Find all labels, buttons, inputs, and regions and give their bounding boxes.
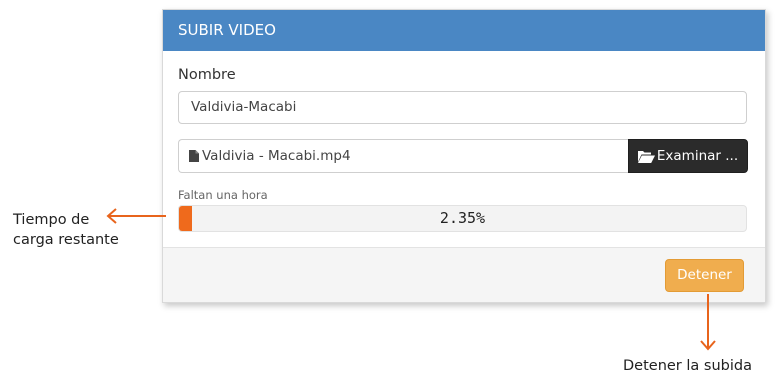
upload-progress-bar: 2.35% (178, 205, 747, 232)
folder-open-icon (637, 150, 655, 163)
upload-video-panel: SUBIR VIDEO Nombre Valdivia-Macabi Valdi… (162, 9, 766, 303)
stop-upload-annotation: Detener la subida (623, 358, 752, 374)
file-picker: Valdivia - Macabi.mp4 Examinar ... (178, 139, 748, 173)
time-remaining-text: Faltan una hora (178, 188, 268, 202)
panel-footer: Detener (163, 247, 765, 302)
stop-button[interactable]: Detener (665, 259, 744, 292)
file-name-text: Valdivia - Macabi.mp4 (202, 148, 351, 164)
name-input[interactable]: Valdivia-Macabi (178, 91, 747, 124)
panel-body: Nombre Valdivia-Macabi Valdivia - Macabi… (163, 51, 765, 248)
left-arrow-icon (106, 208, 166, 224)
browse-button-label: Examinar ... (656, 148, 739, 164)
file-name-field[interactable]: Valdivia - Macabi.mp4 (178, 139, 628, 173)
annotation-line-2: carga restante (13, 232, 119, 248)
progress-percent: 2.35% (439, 209, 486, 227)
name-label: Nombre (178, 67, 236, 83)
browse-button[interactable]: Examinar ... (628, 139, 748, 173)
down-arrow-icon (700, 294, 716, 351)
panel-title: SUBIR VIDEO (163, 10, 765, 51)
file-icon (189, 150, 199, 162)
